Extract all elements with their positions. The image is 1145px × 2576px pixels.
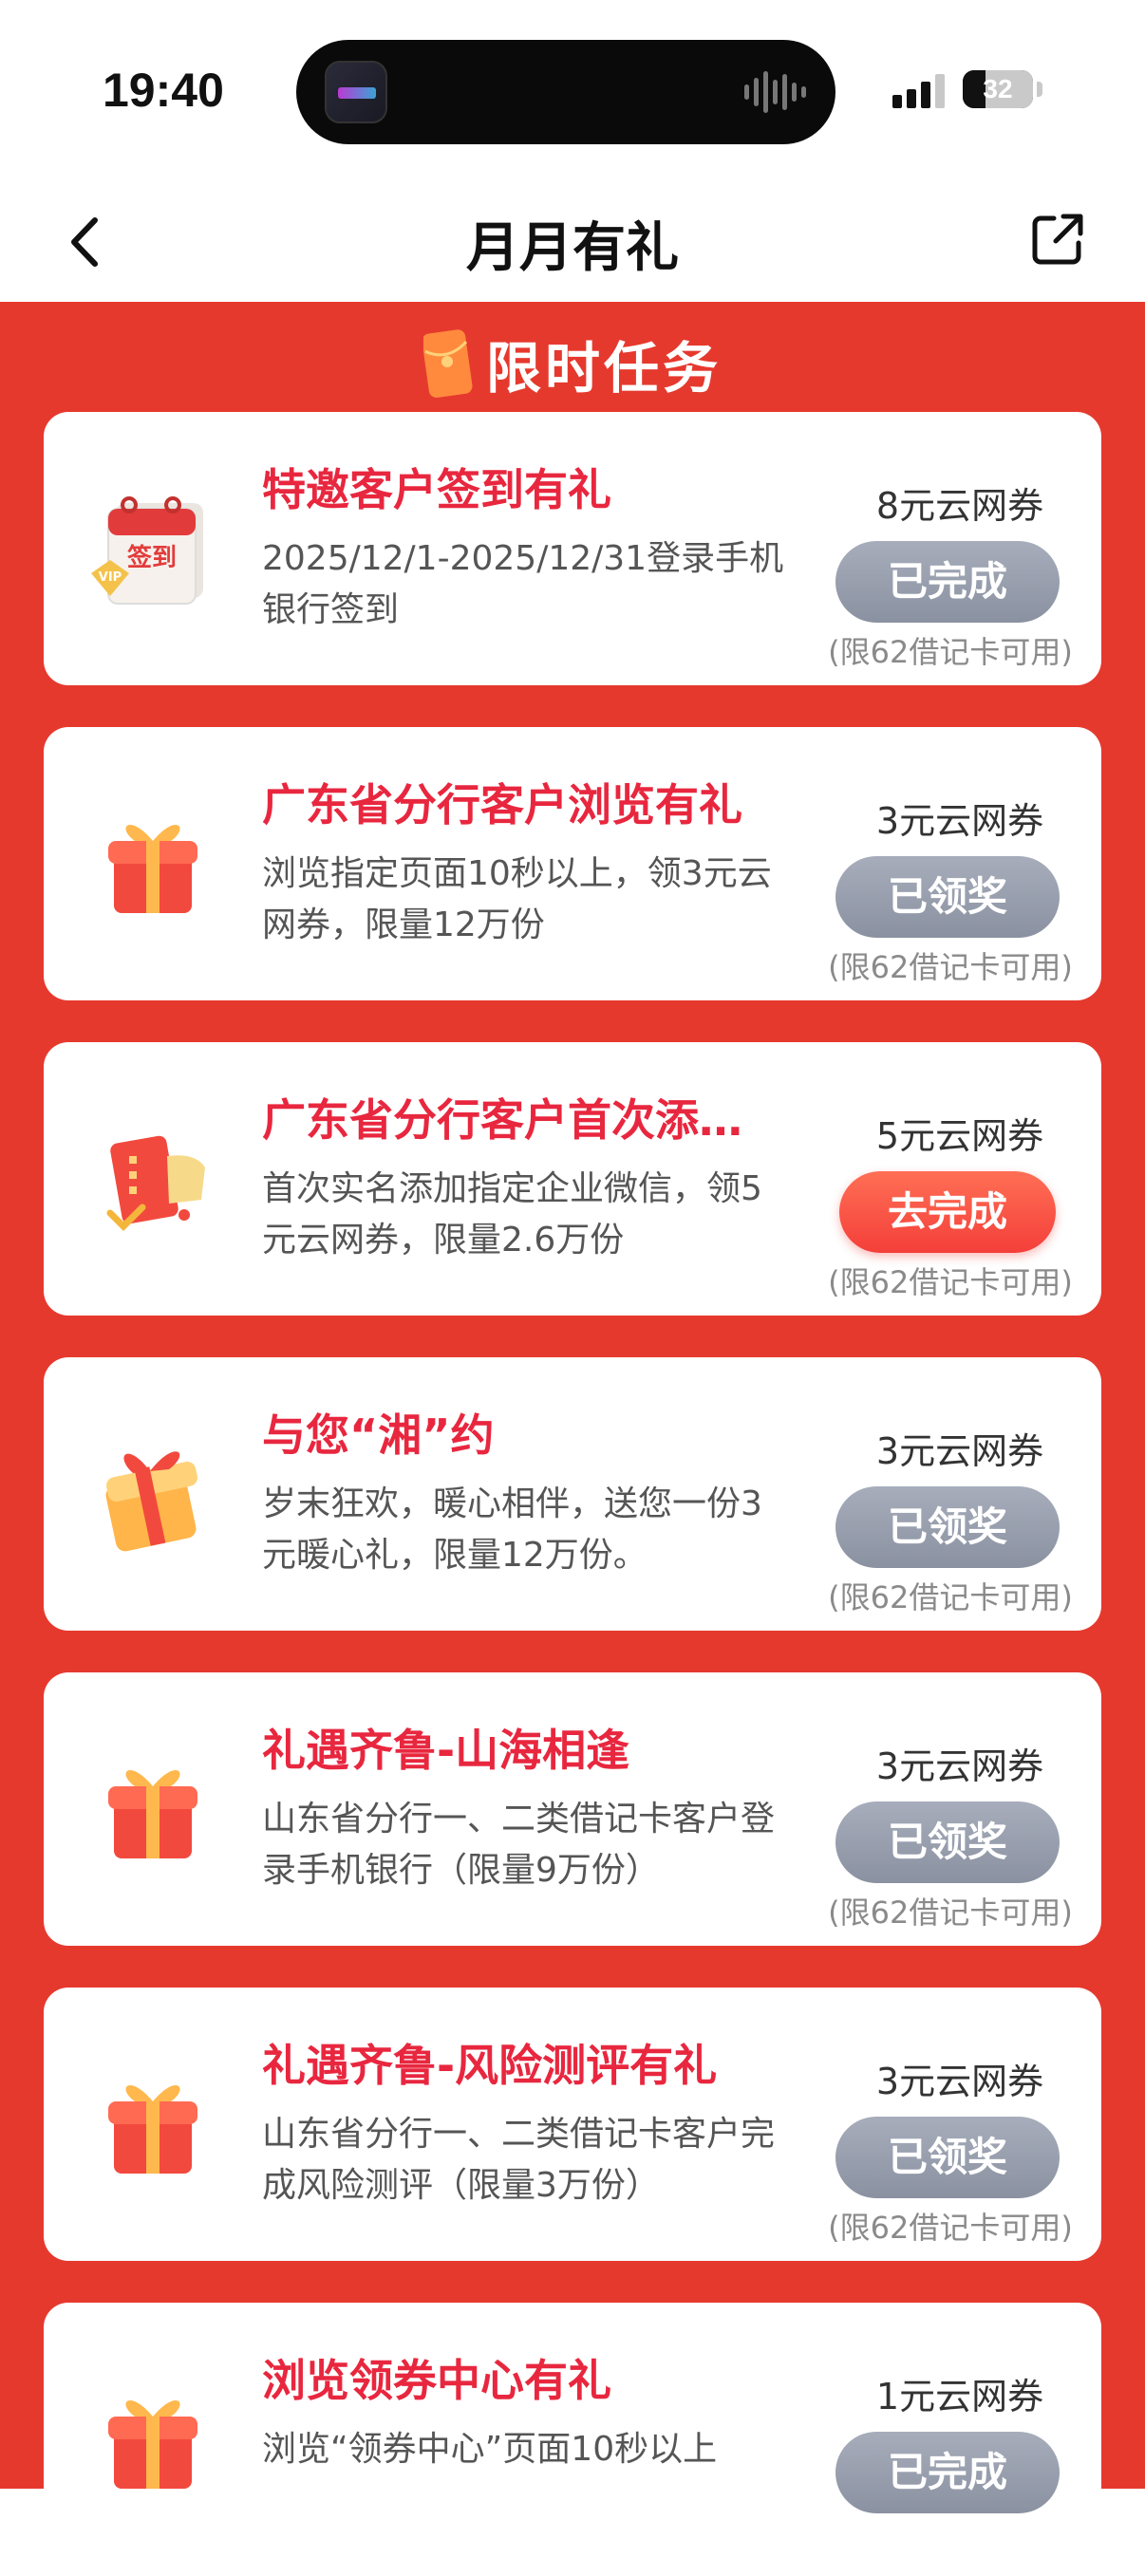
svg-text:VIP: VIP: [99, 570, 122, 585]
gift-box-icon: [82, 2054, 224, 2196]
gift-box-gold-icon: [82, 1424, 224, 1566]
task-description: 山东省分行一、二类借记卡客户登录手机银行（限量9万份）: [262, 1800, 776, 1890]
gift-box-icon: [82, 793, 224, 936]
gift-box-icon: [82, 2369, 224, 2511]
task-description: 浏览“领券中心”页面10秒以上: [262, 2430, 718, 2469]
task-description: 岁末狂欢，暖心相伴，送您一份3元暖心礼，限量12万份。: [262, 1484, 762, 1575]
task-limit-note: (限62借记卡可用): [828, 634, 1073, 670]
task-title: 广东省分行客户浏览有礼: [262, 779, 742, 831]
task-card: 广东省分行客户浏览有礼 浏览指定页面10秒以上，领3元云网券，限量12万份 3元…: [44, 727, 1101, 1000]
task-limit-note: (限62借记卡可用): [828, 1579, 1073, 1615]
task-reward: 3元云网券: [875, 2061, 1044, 2102]
dynamic-island[interactable]: [296, 40, 835, 144]
task-status-button[interactable]: 已领奖: [835, 856, 1060, 938]
task-title: 浏览领券中心有礼: [262, 2355, 611, 2406]
task-limit-note: (限62借记卡可用): [828, 1264, 1073, 1300]
cellular-signal-icon: [892, 70, 949, 108]
task-reward: 8元云网券: [875, 485, 1044, 527]
task-card: 浏览领券中心有礼 浏览“领券中心”页面10秒以上 1元云网券 已完成: [44, 2303, 1101, 2576]
task-card: 礼遇齐鲁-山海相逢 山东省分行一、二类借记卡客户登录手机银行（限量9万份） 3元…: [44, 1672, 1101, 1946]
task-limit-note: (限62借记卡可用): [828, 2210, 1073, 2246]
task-limit-note: (限62借记卡可用): [828, 1895, 1073, 1931]
music-app-icon[interactable]: [325, 61, 387, 123]
card-document-icon: [82, 1109, 224, 1251]
gift-box-icon: [82, 1739, 224, 1881]
calendar-vip-icon: 签到 VIP: [82, 478, 224, 621]
red-packet-icon: [422, 327, 473, 400]
task-reward: 3元云网券: [875, 1430, 1044, 1472]
task-title: 与您“湘”约: [262, 1409, 495, 1461]
task-status-button[interactable]: 已领奖: [835, 1801, 1060, 1883]
status-bar: 19:40 32: [0, 0, 1145, 180]
task-status-button[interactable]: 已完成: [835, 2432, 1060, 2513]
task-status-button[interactable]: 已领奖: [835, 2117, 1060, 2198]
task-title: 广东省分行客户首次添…: [262, 1094, 742, 1146]
navigation-bar: 月月有礼: [0, 180, 1145, 302]
task-reward: 3元云网券: [875, 1745, 1044, 1787]
battery-icon: 32: [963, 70, 1033, 108]
task-title: 特邀客户签到有礼: [262, 464, 611, 515]
task-status-button[interactable]: 已领奖: [835, 1486, 1060, 1568]
task-reward: 3元云网券: [875, 800, 1044, 842]
task-limit-note: (限62借记卡可用): [828, 949, 1073, 985]
task-description: 浏览指定页面10秒以上，领3元云网券，限量12万份: [262, 854, 772, 944]
section-title: 限时任务: [485, 336, 722, 401]
task-description: 首次实名添加指定企业微信，领5元云网券，限量2.6万份: [262, 1169, 762, 1260]
task-description: 山东省分行一、二类借记卡客户完成风险测评（限量3万份）: [262, 2115, 776, 2205]
task-card: 礼遇齐鲁-风险测评有礼 山东省分行一、二类借记卡客户完成风险测评（限量3万份） …: [44, 1988, 1101, 2261]
task-list-area: 限时任务 签到 VIP 特邀客户签到有礼 2025/12/1-2025/12/3…: [0, 302, 1145, 2576]
share-icon[interactable]: [1027, 209, 1088, 270]
task-card: 广东省分行客户首次添… 首次实名添加指定企业微信，领5元云网券，限量2.6万份 …: [44, 1042, 1101, 1316]
page-title: 月月有礼: [466, 217, 679, 279]
task-card: 签到 VIP 特邀客户签到有礼 2025/12/1-2025/12/31登录手机…: [44, 412, 1101, 685]
calendar-label: 签到: [127, 543, 177, 572]
battery-percent: 32: [983, 74, 1013, 103]
audio-waveform-icon: [744, 68, 811, 116]
battery-cap: [1037, 82, 1042, 97]
task-title: 礼遇齐鲁-山海相逢: [262, 1725, 630, 1776]
section-header: 限时任务: [0, 321, 1145, 406]
task-description: 2025/12/1-2025/12/31登录手机银行签到: [262, 539, 784, 629]
task-status-button[interactable]: 已完成: [835, 541, 1060, 623]
task-card: 与您“湘”约 岁末狂欢，暖心相伴，送您一份3元暖心礼，限量12万份。 3元云网券…: [44, 1357, 1101, 1631]
task-title: 礼遇齐鲁-风险测评有礼: [262, 2040, 718, 2091]
task-action-button[interactable]: 去完成: [839, 1171, 1056, 1253]
status-time: 19:40: [103, 64, 224, 117]
task-reward: 1元云网券: [875, 2376, 1044, 2417]
task-reward: 5元云网券: [875, 1115, 1044, 1157]
